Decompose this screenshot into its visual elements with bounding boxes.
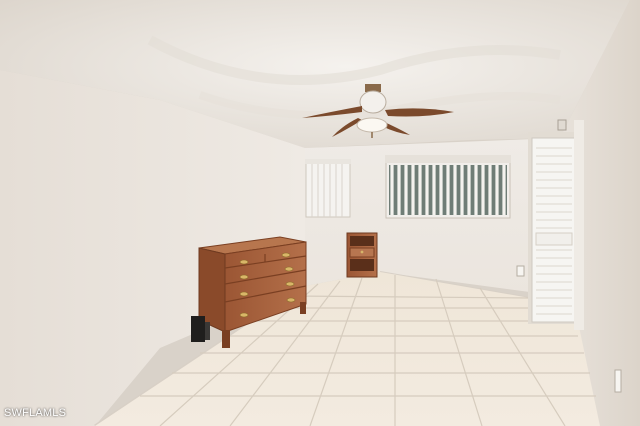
left-window-blinds	[305, 159, 351, 218]
room-photo	[0, 0, 640, 426]
thermostat	[557, 119, 567, 131]
wall-outlet	[614, 369, 622, 393]
wall-outlet	[516, 265, 525, 277]
louvered-closet-door	[528, 120, 584, 330]
watermark: SWFLAMLS	[4, 407, 67, 419]
back-window-blinds	[385, 155, 511, 219]
nightstand	[346, 232, 378, 278]
